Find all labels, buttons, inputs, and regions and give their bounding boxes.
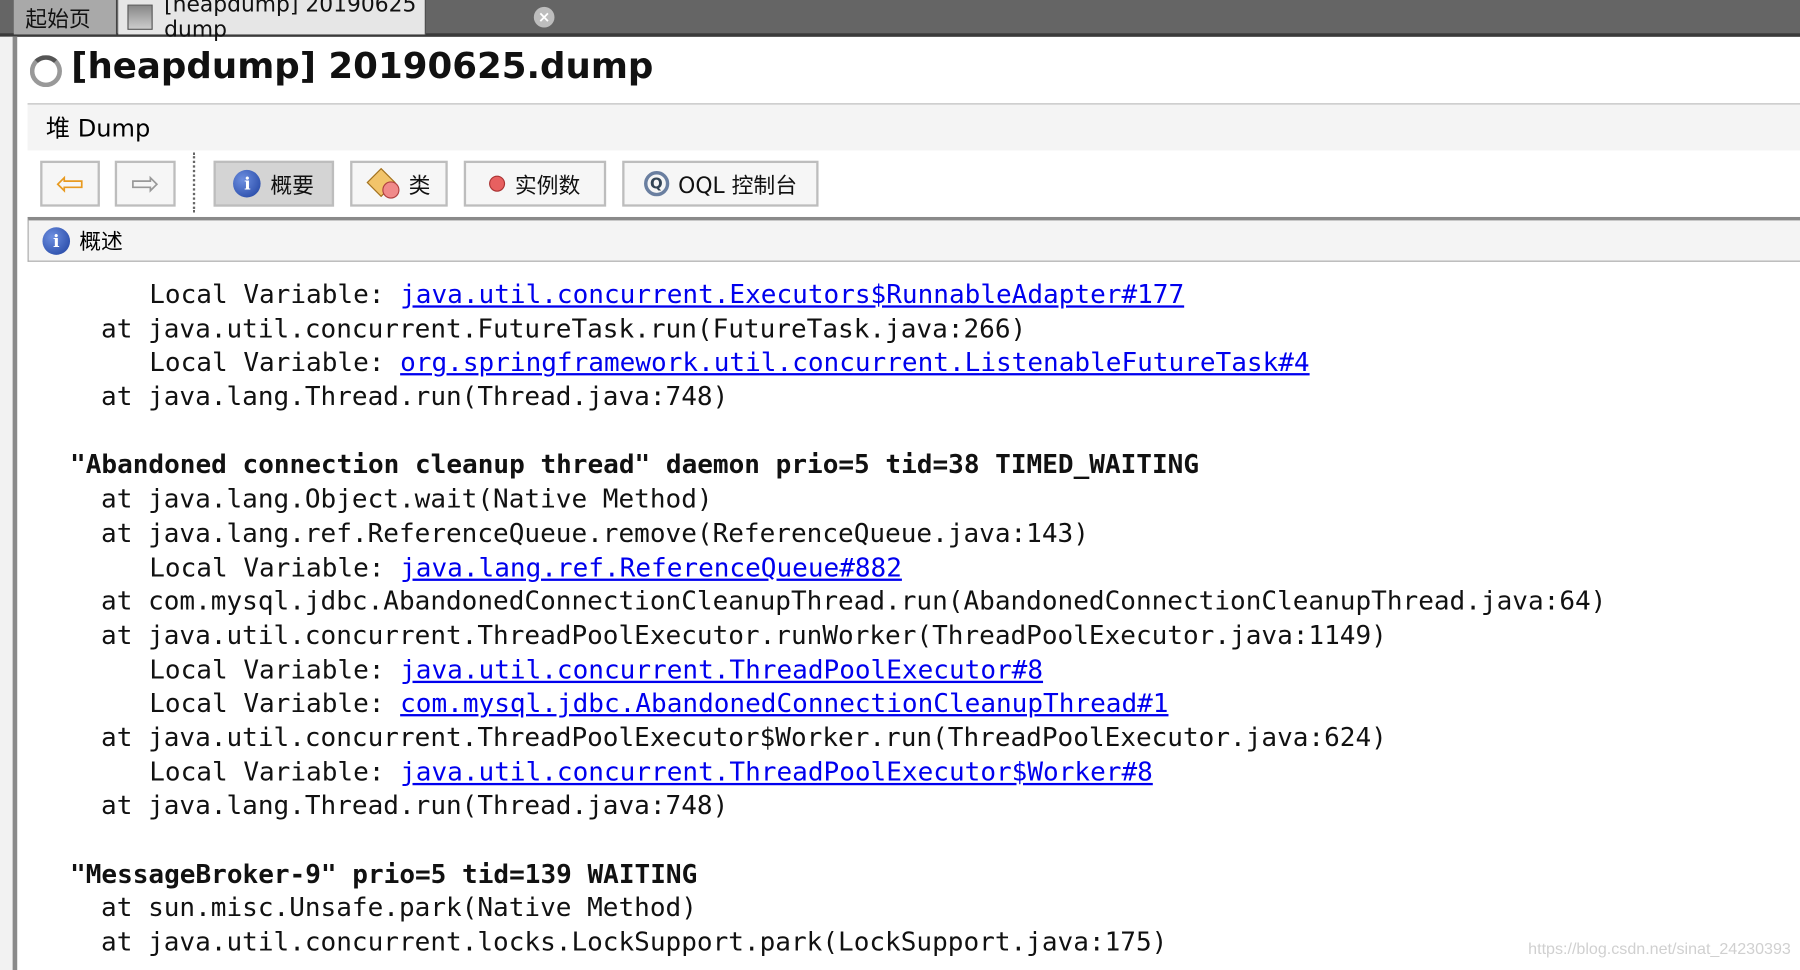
stack-frame: at java.util.concurrent.ThreadPoolExecut…: [101, 620, 1387, 651]
stack-frame: at java.lang.ref.ReferenceQueue.remove(R…: [101, 518, 1089, 549]
local-variable-line: Local Variable: org.springframework.util…: [70, 347, 1606, 381]
classes-icon: [366, 167, 400, 199]
local-variable-label: Local Variable:: [149, 757, 401, 788]
local-variable-label: Local Variable:: [149, 552, 401, 583]
local-variable-line: Local Variable: com.mysql.jdbc.Abandoned…: [70, 688, 1606, 722]
watermark: https://blog.csdn.net/sinat_24230393: [1528, 939, 1791, 958]
stack-frame: at java.lang.Thread.run(Thread.java:748): [101, 382, 729, 413]
instance-link[interactable]: java.util.concurrent.ThreadPoolExecutor#…: [400, 655, 1043, 685]
instance-link[interactable]: com.mysql.jdbc.AbandonedConnectionCleanu…: [400, 689, 1168, 719]
local-variable-line: Local Variable: java.util.concurrent.Thr…: [70, 654, 1606, 688]
stack-frame: at java.util.concurrent.ThreadPoolExecut…: [101, 723, 1387, 754]
summary-label: 概要: [270, 172, 314, 199]
tab-bar: 起始页 × [heapdump] 20190625 dump ×: [0, 0, 1800, 42]
instance-link[interactable]: org.springframework.util.concurrent.List…: [400, 348, 1309, 378]
thread-dump-text: Local Variable: java.util.concurrent.Exe…: [70, 279, 1606, 961]
toolbar-separator: [192, 152, 196, 213]
stack-frame: at java.util.concurrent.locks.LockSuppor…: [101, 927, 1168, 958]
summary-button[interactable]: i 概要: [213, 160, 335, 207]
instance-icon: [489, 175, 506, 192]
instance-link[interactable]: java.util.concurrent.Executors$RunnableA…: [400, 280, 1184, 310]
loading-spinner-icon: [29, 55, 62, 88]
page-title: [heapdump] 20190625.dump: [71, 45, 654, 88]
classes-button[interactable]: 类: [350, 160, 448, 207]
left-panel-edge: [0, 36, 18, 970]
section-title: 概述: [79, 229, 123, 255]
oql-console-button[interactable]: Q OQL 控制台: [622, 160, 819, 207]
info-icon: i: [42, 226, 71, 255]
local-variable-label: Local Variable:: [149, 689, 401, 719]
info-icon: i: [233, 169, 262, 198]
local-variable-label: Local Variable:: [149, 655, 401, 685]
close-icon[interactable]: ×: [533, 6, 555, 28]
heapdump-icon: [127, 4, 153, 30]
classes-label: 类: [408, 172, 431, 199]
thread-header: "Abandoned connection cleanup thread" da…: [70, 450, 1200, 481]
local-variable-label: Local Variable:: [149, 348, 401, 379]
forward-button[interactable]: ⇨: [114, 160, 176, 207]
stack-frame: at com.mysql.jdbc.AbandonedConnectionCle…: [101, 586, 1607, 617]
back-button[interactable]: ⇦: [40, 160, 100, 207]
stack-frame: at java.util.concurrent.FutureTask.run(F…: [101, 314, 1027, 345]
stack-frame: at sun.misc.Unsafe.park(Native Method): [101, 893, 697, 924]
instances-button[interactable]: 实例数: [463, 160, 607, 207]
local-variable-line: Local Variable: java.util.concurrent.Exe…: [70, 279, 1606, 313]
oql-label: OQL 控制台: [678, 172, 798, 199]
arrow-right-icon: ⇨: [130, 163, 160, 204]
local-variable-line: Local Variable: java.util.concurrent.Thr…: [70, 756, 1606, 790]
oql-icon: Q: [643, 171, 669, 197]
local-variable-line: Local Variable: java.lang.ref.ReferenceQ…: [70, 552, 1606, 586]
thread-header: "MessageBroker-9" prio=5 tid=139 WAITING: [70, 859, 698, 890]
heapdump-window: 起始页 × [heapdump] 20190625 dump × [heapdu…: [0, 0, 1800, 970]
instance-link[interactable]: java.util.concurrent.ThreadPoolExecutor$…: [400, 757, 1153, 787]
tab-heapdump[interactable]: [heapdump] 20190625 dump ×: [118, 0, 555, 42]
arrow-left-icon: ⇦: [55, 163, 85, 204]
tab-label: [heapdump] 20190625 dump: [164, 0, 417, 43]
stack-frame: at java.lang.Object.wait(Native Method): [101, 484, 713, 515]
instance-link[interactable]: java.lang.ref.ReferenceQueue#882: [400, 553, 902, 583]
tab-label: 起始页: [25, 6, 91, 32]
overview-section-header: i 概述: [27, 216, 1800, 262]
instances-label: 实例数: [514, 172, 581, 199]
local-variable-label: Local Variable:: [149, 280, 401, 310]
stack-frame: at java.lang.Thread.run(Thread.java:748): [101, 791, 729, 822]
heap-dump-header: 堆 Dump: [27, 103, 1800, 151]
tab-start-page[interactable]: 起始页 ×: [13, 0, 145, 35]
